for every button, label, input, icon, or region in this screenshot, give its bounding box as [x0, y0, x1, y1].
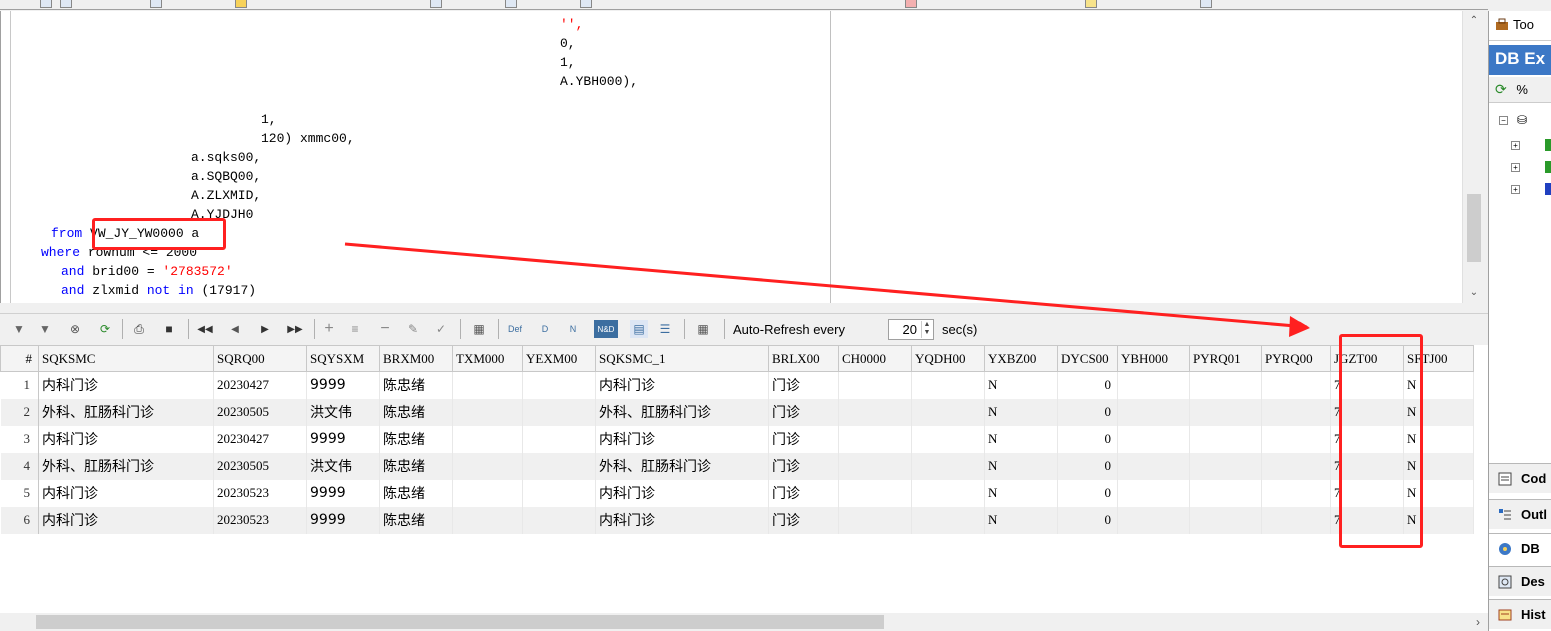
- history-tab-label: Hist: [1521, 607, 1546, 622]
- refresh-icon[interactable]: ⟳: [1495, 81, 1507, 97]
- toolbox-icon: [1496, 18, 1508, 30]
- collapse-icon[interactable]: −: [1499, 116, 1508, 125]
- filter-text[interactable]: %: [1516, 82, 1528, 97]
- code-tab[interactable]: Cod: [1489, 463, 1551, 493]
- app-window: '', 0, 1, A.YBH000), 1, 120) xmmc00, a.sqks00,…: [0, 0, 1551, 631]
- db-tree[interactable]: − ⛁ + + +: [1489, 105, 1551, 461]
- describe-tab[interactable]: Des: [1489, 566, 1551, 596]
- history-icon: [1498, 609, 1512, 621]
- database-icon: ⛁: [1517, 113, 1528, 127]
- code-tab-label: Cod: [1521, 471, 1547, 486]
- connection-icon: [1545, 139, 1551, 151]
- db-explorer-toolbar: ⟳ %: [1489, 77, 1551, 103]
- connection-icon: [1545, 161, 1551, 173]
- expand-icon[interactable]: +: [1511, 163, 1520, 172]
- history-tab[interactable]: Hist: [1489, 599, 1551, 629]
- db-explorer-tab-label: DB: [1521, 541, 1540, 556]
- db-explorer-panel: Too DB Ex ⟳ % − ⛁ + + + Cod Outl DB Des …: [1488, 11, 1551, 631]
- annotation-arrow: [344, 242, 1310, 337]
- outline-tab[interactable]: Outl: [1489, 499, 1551, 529]
- expand-icon[interactable]: +: [1511, 185, 1520, 194]
- db-explorer-title: DB Ex: [1489, 45, 1551, 75]
- toolbox-tab[interactable]: Too: [1489, 11, 1551, 41]
- toolbox-tab-label: Too: [1513, 17, 1534, 32]
- db-explorer-tab[interactable]: DB: [1489, 533, 1551, 563]
- expand-icon[interactable]: +: [1511, 141, 1520, 150]
- connection-icon: [1545, 183, 1551, 195]
- outline-tab-label: Outl: [1521, 507, 1547, 522]
- describe-icon: [1498, 575, 1512, 589]
- code-icon: [1498, 472, 1512, 486]
- db-explorer-icon: [1499, 543, 1511, 555]
- describe-tab-label: Des: [1521, 574, 1545, 589]
- outline-icon: [1499, 509, 1511, 520]
